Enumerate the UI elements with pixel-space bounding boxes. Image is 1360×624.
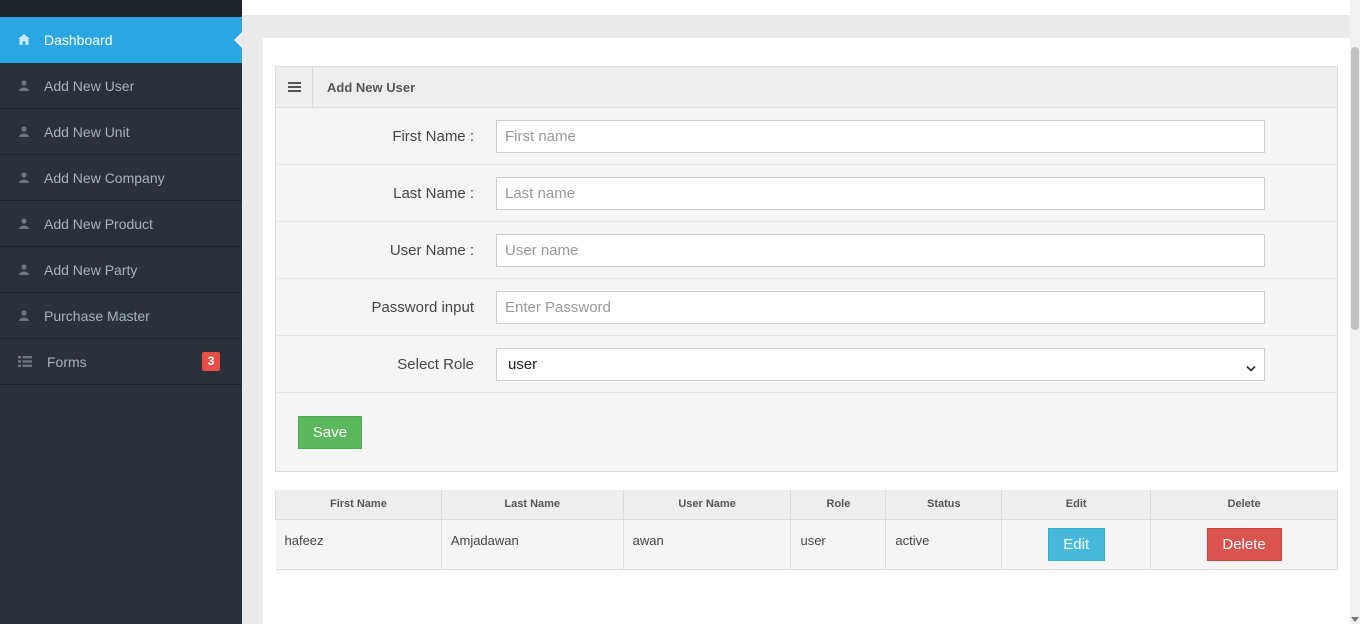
password-label: Password input — [371, 299, 474, 316]
sidebar-item-label: Add New Unit — [44, 123, 130, 140]
panel-title: Add New User — [327, 79, 416, 95]
role-label: Select Role — [397, 356, 474, 373]
panel-header: Add New User — [276, 67, 1337, 108]
users-table: First Name Last Name User Name Role Stat… — [275, 490, 1338, 570]
last-name-label: Last Name : — [393, 185, 474, 202]
home-icon — [18, 34, 30, 46]
table-header-row: First Name Last Name User Name Role Stat… — [275, 490, 1338, 520]
sidebar-item-add-new-unit[interactable]: Add New Unit — [0, 109, 242, 155]
cell-last-name: Amjadawan — [441, 519, 624, 570]
cell-first-name: hafeez — [275, 519, 442, 570]
chevron-down-icon — [1246, 360, 1256, 377]
password-row: Password input — [276, 279, 1337, 336]
column-header: Last Name — [440, 490, 624, 520]
sidebar-item-purchase-master[interactable]: Purchase Master — [0, 293, 242, 339]
save-button[interactable]: Save — [298, 416, 362, 449]
user-icon — [18, 126, 30, 138]
cell-role: user — [790, 519, 887, 570]
column-header: First Name — [275, 490, 442, 520]
first-name-label: First Name : — [392, 128, 474, 145]
sidebar-item-add-new-party[interactable]: Add New Party — [0, 247, 242, 293]
column-header: Status — [885, 490, 1003, 520]
sidebar-item-label: Dashboard — [44, 31, 113, 48]
role-select-value: user — [508, 356, 538, 373]
last-name-row: Last Name : — [276, 165, 1337, 222]
cell-edit: Edit — [1001, 519, 1152, 570]
forms-count-badge: 3 — [202, 352, 220, 371]
user-name-label: User Name : — [389, 242, 474, 259]
sidebar-item-forms[interactable]: Forms 3 — [0, 339, 242, 385]
cell-user-name: awan — [623, 519, 792, 570]
user-name-row: User Name : — [276, 222, 1337, 279]
scrollbar-thumb[interactable] — [1351, 47, 1359, 330]
content-card: Add New User First Name : Last Name : Us… — [263, 38, 1350, 624]
scroll-down-arrow-icon[interactable] — [1351, 617, 1359, 622]
user-icon — [18, 264, 30, 276]
sidebar: Dashboard Add New User Add New Unit Add … — [0, 0, 242, 624]
sidebar-item-dashboard[interactable]: Dashboard — [0, 17, 242, 63]
sidebar-item-add-new-user[interactable]: Add New User — [0, 63, 242, 109]
user-name-input[interactable] — [496, 234, 1265, 267]
delete-button[interactable]: Delete — [1206, 527, 1282, 561]
role-row: Select Role user — [276, 336, 1337, 393]
column-header: Role — [790, 490, 887, 520]
role-select[interactable]: user — [496, 348, 1265, 381]
sidebar-item-label: Purchase Master — [44, 307, 150, 324]
first-name-row: First Name : — [276, 108, 1337, 165]
sidebar-top-bar — [0, 0, 242, 17]
menu-icon — [276, 67, 313, 107]
sidebar-item-label: Add New Company — [44, 169, 165, 186]
column-header: User Name — [622, 490, 792, 520]
first-name-input[interactable] — [496, 120, 1265, 153]
top-bar — [242, 0, 1350, 15]
sidebar-item-label: Add New User — [44, 77, 135, 94]
column-header: Delete — [1150, 490, 1338, 520]
sidebar-item-add-new-company[interactable]: Add New Company — [0, 155, 242, 201]
edit-button[interactable]: Edit — [1047, 527, 1105, 561]
add-user-panel: Add New User First Name : Last Name : Us… — [275, 66, 1338, 472]
user-icon — [18, 310, 30, 322]
sidebar-item-label: Add New Party — [44, 261, 138, 278]
table-row: hafeez Amjadawan awan user active Edit D… — [275, 519, 1338, 570]
user-icon — [18, 172, 30, 184]
list-icon — [18, 356, 32, 368]
sidebar-item-add-new-product[interactable]: Add New Product — [0, 201, 242, 247]
user-icon — [18, 80, 30, 92]
sidebar-item-label: Add New Product — [44, 215, 153, 232]
cell-delete: Delete — [1150, 519, 1338, 570]
user-icon — [18, 218, 30, 230]
page-scrollbar[interactable] — [1350, 0, 1360, 624]
cell-status: active — [885, 519, 1003, 570]
last-name-input[interactable] — [496, 177, 1265, 210]
column-header: Edit — [1001, 490, 1152, 520]
password-input[interactable] — [496, 291, 1265, 324]
